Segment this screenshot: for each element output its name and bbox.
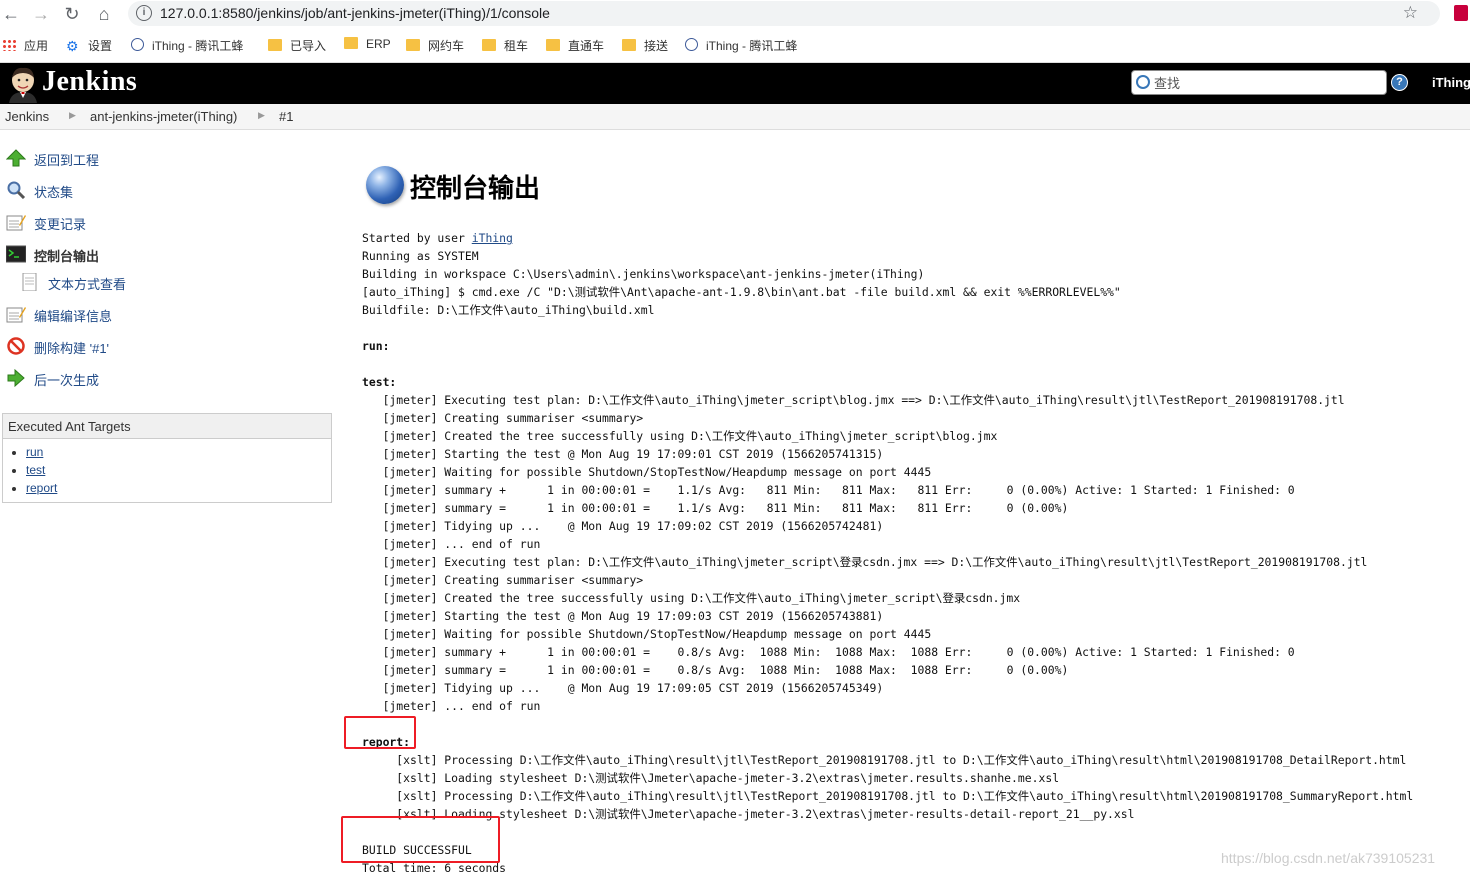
search-input[interactable]: [1152, 73, 1381, 93]
highlight-box-report: [344, 716, 416, 749]
bookmark-ithing[interactable]: iThing - 腾讯工蜂: [131, 37, 243, 53]
ant-targets-title: Executed Ant Targets: [3, 414, 331, 439]
watermark: https://blog.csdn.net/ak739105231: [1221, 850, 1436, 866]
notepad-icon: [6, 307, 26, 323]
console-line: Buildfile: D:\工作文件\auto_iThing\build.xml: [362, 303, 655, 317]
bookmark-ithing-2[interactable]: iThing - 腾讯工蜂: [685, 37, 797, 53]
browser-toolbar: ← → ↻ ⌂ i 127.0.0.1:8580/jenkins/job/ant…: [0, 0, 1470, 28]
globe-icon: [685, 38, 698, 51]
right-arrow-icon: [7, 369, 25, 387]
bookmark-folder-erp[interactable]: ERP: [344, 37, 391, 53]
console-line: [jmeter] Creating summariser <summary>: [362, 411, 644, 425]
list-item: test: [26, 461, 331, 479]
list-item: run: [26, 443, 331, 461]
terminal-icon: [6, 245, 26, 263]
reload-icon[interactable]: ↻: [61, 3, 83, 25]
console-line: [jmeter] Creating summariser <summary>: [362, 573, 644, 587]
console-line: [xslt] Processing D:\工作文件\auto_iThing\re…: [362, 753, 1407, 767]
highlight-box-build-successful: [341, 816, 500, 863]
jenkins-header: Jenkins ? iThing: [0, 63, 1470, 104]
folder-icon: [344, 37, 358, 49]
ant-targets-panel: Executed Ant Targets run test report: [2, 413, 332, 503]
console-line: [jmeter] Created the tree successfully u…: [362, 429, 998, 443]
console-line: [auto_iThing] $ cmd.exe /C "D:\测试软件\Ant\…: [362, 285, 1121, 299]
search-box: [1131, 70, 1387, 95]
search-icon: [1136, 75, 1150, 89]
console-line: [jmeter] summary = 1 in 00:00:01 = 0.8/s…: [362, 663, 1069, 677]
bookmark-folder-ride[interactable]: 网约车: [406, 37, 464, 53]
help-icon[interactable]: ?: [1391, 74, 1408, 91]
info-icon[interactable]: i: [136, 5, 152, 21]
console-line: Building in workspace C:\Users\admin\.je…: [362, 267, 925, 281]
bookmark-apps[interactable]: 应用: [2, 37, 48, 53]
console-line: [xslt] Loading stylesheet D:\测试软件\Jmeter…: [362, 771, 1060, 785]
console-line: test:: [362, 375, 397, 389]
address-bar[interactable]: i 127.0.0.1:8580/jenkins/job/ant-jenkins…: [128, 1, 1440, 26]
console-line: [xslt] Processing D:\工作文件\auto_iThing\re…: [362, 789, 1414, 803]
console-line: [jmeter] Waiting for possible Shutdown/S…: [362, 627, 932, 641]
ant-target-test-link[interactable]: test: [26, 463, 45, 477]
gear-icon: ⚙: [66, 38, 79, 54]
console-line: [jmeter] ... end of run: [362, 699, 541, 713]
url-text[interactable]: 127.0.0.1:8580/jenkins/job/ant-jenkins-j…: [160, 5, 550, 21]
ant-targets-list: run test report: [3, 443, 331, 497]
console-line: run:: [362, 339, 390, 353]
no-entry-icon: [7, 337, 25, 355]
console-line: [jmeter] Created the tree successfully u…: [362, 591, 1021, 605]
console-orb-icon: [366, 166, 404, 204]
magnifier-icon: [7, 181, 26, 199]
apps-grid-icon: [2, 39, 16, 51]
console-line: [jmeter] summary + 1 in 00:00:01 = 0.8/s…: [362, 645, 1295, 659]
user-link[interactable]: iThing: [472, 231, 513, 245]
extension-icon[interactable]: [1454, 5, 1468, 21]
folder-icon: [268, 39, 282, 51]
breadcrumb-jenkins[interactable]: Jenkins: [5, 109, 49, 124]
ant-target-report-link[interactable]: report: [26, 481, 57, 495]
jenkins-title[interactable]: Jenkins: [42, 66, 137, 98]
chevron-right-icon[interactable]: ▶: [258, 110, 265, 121]
breadcrumb-job[interactable]: ant-jenkins-jmeter(iThing): [90, 109, 237, 124]
up-arrow-icon: [6, 149, 26, 167]
console-line: [jmeter] Waiting for possible Shutdown/S…: [362, 465, 932, 479]
jenkins-butler-icon[interactable]: [6, 65, 40, 103]
back-arrow-icon[interactable]: ←: [0, 3, 22, 25]
console-line: [jmeter] Starting the test @ Mon Aug 19 …: [362, 447, 884, 461]
console-line: [jmeter] Starting the test @ Mon Aug 19 …: [362, 609, 884, 623]
console-line: [jmeter] summary = 1 in 00:00:01 = 1.1/s…: [362, 501, 1069, 515]
console-line: [jmeter] ... end of run: [362, 537, 541, 551]
bookmark-folder-rental[interactable]: 租车: [482, 37, 528, 53]
breadcrumb-build[interactable]: #1: [279, 109, 293, 124]
folder-icon: [622, 39, 636, 51]
document-icon: [22, 273, 37, 291]
breadcrumb: Jenkins ▶ ant-jenkins-jmeter(iThing) ▶ #…: [0, 104, 1470, 130]
folder-icon: [546, 39, 560, 51]
folder-icon: [482, 39, 496, 51]
console-line: [jmeter] summary + 1 in 00:00:01 = 1.1/s…: [362, 483, 1295, 497]
notepad-icon: [6, 215, 26, 231]
folder-icon: [406, 39, 420, 51]
bookmark-folder-pickup[interactable]: 接送: [622, 37, 668, 53]
user-link[interactable]: iThing: [1432, 75, 1470, 90]
bookmark-folder-express[interactable]: 直通车: [546, 37, 604, 53]
bookmark-folder-imported[interactable]: 已导入: [268, 37, 326, 53]
console-line: [jmeter] Tidying up ... @ Mon Aug 19 17:…: [362, 681, 884, 695]
home-icon[interactable]: ⌂: [93, 3, 115, 25]
list-item: report: [26, 479, 331, 497]
bookmarks-bar: 应用 ⚙ 设置 iThing - 腾讯工蜂 已导入 ERP 网约车 租车 直通车 …: [0, 28, 1470, 63]
bookmark-settings[interactable]: ⚙ 设置: [66, 37, 112, 53]
chevron-right-icon[interactable]: ▶: [69, 110, 76, 121]
page-title: 控制台输出: [410, 173, 541, 203]
globe-icon: [131, 38, 144, 51]
console-line: [jmeter] Executing test plan: D:\工作文件\au…: [362, 555, 1368, 569]
console-line: Started by user iThing: [362, 231, 513, 245]
console-line: [jmeter] Tidying up ... @ Mon Aug 19 17:…: [362, 519, 884, 533]
console-line: Running as SYSTEM: [362, 249, 479, 263]
bookmark-star-icon[interactable]: ☆: [1403, 3, 1418, 23]
forward-arrow-icon[interactable]: →: [30, 3, 52, 25]
ant-target-run-link[interactable]: run: [26, 445, 43, 459]
console-line: [jmeter] Executing test plan: D:\工作文件\au…: [362, 393, 1345, 407]
